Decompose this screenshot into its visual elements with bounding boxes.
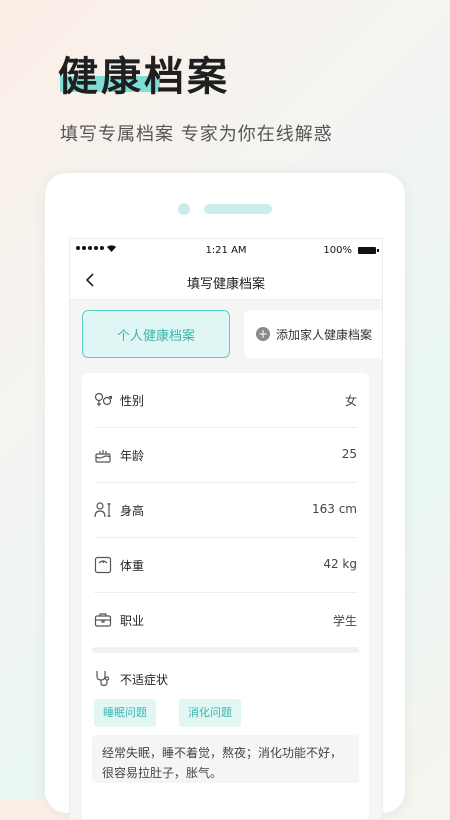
field-label: 身高 bbox=[120, 504, 145, 518]
symptom-tag[interactable]: 消化问题 bbox=[179, 699, 241, 727]
tab-personal-label: 个人健康档案 bbox=[116, 328, 195, 344]
field-value: 学生 bbox=[332, 614, 357, 628]
nav-bar: 填写健康档案 bbox=[70, 263, 382, 300]
field-row-gender[interactable]: 性别 女 bbox=[94, 373, 357, 428]
stethoscope-icon bbox=[94, 669, 112, 687]
hero-subtitle: 填写专属档案 专家为你在线解惑 bbox=[60, 124, 333, 145]
camera-dot bbox=[178, 203, 190, 215]
phone-screen: 1:21 AM 100% 填写健康档案 个人健康档案 + 添加家人健康档案 性别… bbox=[69, 238, 383, 820]
battery-percent: 100% bbox=[323, 245, 352, 256]
field-label: 性别 bbox=[120, 394, 145, 408]
tab-add-family-profile[interactable]: + 添加家人健康档案 bbox=[244, 310, 382, 358]
status-bar: 1:21 AM 100% bbox=[70, 239, 382, 263]
field-row-height[interactable]: 身高 163 cm bbox=[94, 483, 357, 538]
gender-icon bbox=[94, 391, 113, 409]
speaker-bar bbox=[204, 204, 272, 214]
field-row-weight[interactable]: 体重 42 kg bbox=[94, 538, 357, 593]
tab-personal-profile[interactable]: 个人健康档案 bbox=[82, 310, 230, 358]
nav-title: 填写健康档案 bbox=[186, 277, 265, 292]
field-value: 163 cm bbox=[311, 502, 357, 516]
field-value: 女 bbox=[344, 394, 357, 408]
symptom-note[interactable]: 经常失眠，睡不着觉，熬夜；消化功能不好，很容易拉肚子，胀气。 bbox=[92, 735, 359, 783]
field-label: 年龄 bbox=[120, 449, 145, 463]
field-label: 职业 bbox=[120, 614, 145, 628]
symptoms-header: 不适症状 bbox=[94, 653, 357, 695]
briefcase-icon bbox=[94, 611, 112, 629]
tab-family-label: 添加家人健康档案 bbox=[276, 327, 373, 342]
profile-card: 性别 女 年龄 25 身高 163 cm 体重 42 kg 职业 学生 不适症状… bbox=[82, 373, 369, 819]
field-row-age[interactable]: 年龄 25 bbox=[94, 428, 357, 483]
symptom-tags: 睡眠问题 消化问题 bbox=[94, 695, 357, 731]
symptom-tag[interactable]: 睡眠问题 bbox=[94, 699, 156, 727]
field-value: 42 kg bbox=[323, 557, 357, 571]
field-label: 体重 bbox=[120, 559, 145, 573]
battery-icon bbox=[358, 247, 379, 254]
profile-tabs: 个人健康档案 + 添加家人健康档案 bbox=[70, 300, 382, 366]
phone-frame: 1:21 AM 100% 填写健康档案 个人健康档案 + 添加家人健康档案 性别… bbox=[45, 173, 405, 820]
height-icon bbox=[94, 501, 112, 519]
plus-circle-icon: + bbox=[256, 327, 270, 341]
scale-icon bbox=[94, 556, 112, 574]
hero-title: 健康档案 bbox=[58, 53, 230, 100]
field-value: 25 bbox=[341, 447, 357, 461]
field-row-occupation[interactable]: 职业 学生 bbox=[94, 593, 357, 647]
cake-icon bbox=[94, 446, 112, 464]
symptoms-label: 不适症状 bbox=[120, 673, 169, 687]
